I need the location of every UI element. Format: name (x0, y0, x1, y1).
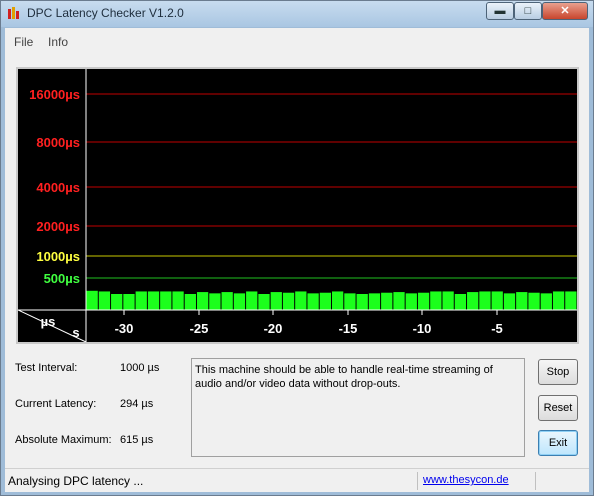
latency-graph-canvas: 16000µs 8000µs 4000µs 2000µs 1000µs 500µs µs s -… (17, 69, 577, 343)
y-unit-label: µs (41, 314, 56, 329)
status-message: This machine should be able to handle re… (195, 364, 493, 390)
y-axis-label: 2000µs (36, 219, 80, 234)
latency-bar (246, 291, 258, 310)
latency-bar (442, 291, 454, 310)
latency-bar (393, 292, 405, 310)
latency-bar (417, 292, 430, 310)
x-tick-label: -20 (264, 321, 283, 336)
latency-bar (147, 291, 160, 310)
status-text: Analysing DPC latency ... (8, 474, 144, 488)
latency-bar (319, 292, 332, 310)
latency-bar (430, 291, 442, 310)
menu-file[interactable]: File (14, 35, 33, 49)
test-interval-value: 1000 µs (120, 362, 160, 374)
status-bar: Analysing DPC latency ... www.thesycon.d… (5, 468, 589, 492)
y-axis-label: 500µs (44, 271, 80, 286)
menu-info[interactable]: Info (48, 35, 68, 49)
y-axis-label: 16000µs (29, 87, 80, 102)
latency-bar (160, 291, 172, 310)
latency-bar (270, 292, 282, 310)
latency-bar (540, 293, 552, 310)
reset-button[interactable]: Reset (538, 395, 578, 421)
minimize-button[interactable]: ▬ (486, 2, 514, 20)
exit-button[interactable]: Exit (538, 430, 578, 456)
menu-bar: File Info (5, 28, 589, 54)
status-separator (535, 472, 536, 490)
minimize-icon: ▬ (494, 5, 506, 17)
latency-bar (221, 292, 233, 310)
latency-bar (233, 293, 246, 310)
app-bar-chart-icon (8, 7, 19, 19)
latency-bar (86, 290, 98, 310)
latency-bar (454, 294, 467, 310)
x-unit-label: s (72, 325, 79, 340)
latency-bar (332, 291, 344, 310)
latency-bar (503, 293, 516, 310)
title-bar[interactable]: DPC Latency Checker V1.2.0 ▬ □ ✕ (1, 1, 593, 27)
test-interval-label: Test Interval: (15, 362, 78, 374)
website-link[interactable]: www.thesycon.de (423, 474, 509, 486)
maximize-icon: □ (524, 5, 532, 17)
y-axis-label: 1000µs (36, 249, 80, 264)
latency-bar (405, 293, 417, 310)
x-tick-label: -15 (339, 321, 358, 336)
x-tick-label: -10 (413, 321, 432, 336)
absolute-maximum-label: Absolute Maximum: (15, 434, 112, 446)
latency-bar (258, 294, 270, 310)
close-icon: ✕ (560, 5, 570, 17)
latency-bar (381, 292, 393, 310)
latency-bar (135, 291, 147, 310)
latency-bar (479, 291, 491, 310)
absolute-maximum-value: 615 µs (120, 434, 154, 446)
latency-bar (184, 294, 196, 310)
app-window: DPC Latency Checker V1.2.0 ▬ □ ✕ File In… (0, 0, 594, 496)
latency-bar (344, 293, 356, 310)
latency-bar (295, 291, 307, 310)
latency-bar (196, 292, 209, 310)
latency-bar (467, 292, 479, 310)
latency-bar (528, 292, 540, 310)
latency-bar (552, 291, 565, 310)
latency-bar (491, 291, 503, 310)
x-tick-label: -5 (491, 321, 503, 336)
latency-bar (368, 293, 381, 310)
y-axis-label: 8000µs (36, 135, 80, 150)
x-tick-label: -30 (115, 321, 134, 336)
latency-bar (565, 291, 577, 310)
latency-bar (172, 291, 184, 310)
status-message-box: This machine should be able to handle re… (191, 358, 525, 457)
latency-bar (307, 293, 319, 310)
latency-bar (282, 292, 295, 310)
latency-bar (98, 291, 111, 310)
latency-bar (356, 294, 368, 310)
y-axis-label: 4000µs (36, 180, 80, 195)
stop-button[interactable]: Stop (538, 359, 578, 385)
latency-bar (516, 292, 528, 310)
client-area: File Info 16000µs 8000µs 4000µs 2000µs 1000µ… (5, 28, 589, 492)
window-title: DPC Latency Checker V1.2.0 (27, 6, 184, 20)
latency-bar (123, 294, 135, 310)
latency-graph: 16000µs 8000µs 4000µs 2000µs 1000µs 500µs µs s -… (16, 67, 579, 344)
current-latency-label: Current Latency: (15, 398, 97, 410)
status-separator (417, 472, 418, 490)
maximize-button[interactable]: □ (514, 2, 542, 20)
x-tick-label: -25 (190, 321, 209, 336)
close-button[interactable]: ✕ (542, 2, 588, 20)
latency-bar (111, 294, 123, 310)
current-latency-value: 294 µs (120, 398, 154, 410)
latency-bar (209, 293, 221, 310)
